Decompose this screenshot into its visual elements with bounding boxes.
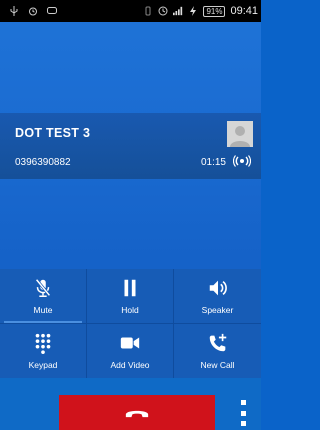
speaker-label: Speaker — [201, 305, 234, 315]
new-call-button[interactable]: New Call — [174, 323, 261, 378]
more-options-button[interactable] — [239, 400, 247, 426]
more-dot — [240, 421, 246, 426]
message-icon — [47, 7, 57, 14]
keypad-label: Keypad — [28, 359, 58, 370]
vibrate-icon — [145, 6, 151, 16]
add-video-button[interactable]: Add Video — [87, 323, 174, 378]
add-call-icon — [209, 333, 226, 351]
keypad-icon — [35, 333, 51, 354]
call-controls: Mute Hold Speaker Keypad Add Video New C… — [0, 269, 261, 378]
call-timer: 01:15 — [200, 157, 226, 168]
video-camera-icon — [120, 337, 140, 348]
signal-icon — [173, 6, 183, 16]
keypad-button[interactable]: Keypad — [0, 323, 87, 378]
hold-label: Hold — [121, 305, 139, 315]
mute-button[interactable]: Mute — [0, 269, 87, 324]
clock-icon — [158, 6, 168, 16]
call-active-icon — [233, 155, 251, 167]
call-screen: 91% 09:41 DOT TEST 3 0396390882 01:15 Mu… — [0, 0, 261, 430]
status-clock: 09:41 — [230, 5, 258, 17]
bottom-bar — [0, 378, 261, 430]
hold-button[interactable]: Hold — [87, 269, 174, 324]
caller-info: DOT TEST 3 0396390882 01:15 — [0, 113, 261, 179]
end-call-button[interactable] — [59, 395, 215, 430]
caller-name: DOT TEST 3 — [15, 126, 91, 140]
person-icon — [230, 126, 250, 147]
mute-label: Mute — [33, 305, 53, 315]
pause-icon — [124, 279, 136, 297]
usb-icon — [10, 6, 18, 16]
add-video-label: Add Video — [110, 359, 150, 370]
more-dot — [240, 400, 246, 405]
charging-icon — [190, 6, 197, 16]
more-dot — [240, 410, 246, 416]
status-bar: 91% 09:41 — [0, 0, 261, 22]
alarm-icon — [29, 7, 37, 16]
caller-number: 0396390882 — [15, 157, 71, 168]
mic-off-icon — [35, 278, 51, 297]
avatar — [227, 121, 253, 147]
hang-up-icon — [125, 410, 149, 418]
new-call-label: New Call — [200, 359, 235, 370]
mute-indicator — [4, 320, 82, 323]
speaker-button[interactable]: Speaker — [174, 269, 261, 324]
speaker-icon — [209, 280, 227, 296]
battery-level: 91% — [203, 5, 226, 17]
